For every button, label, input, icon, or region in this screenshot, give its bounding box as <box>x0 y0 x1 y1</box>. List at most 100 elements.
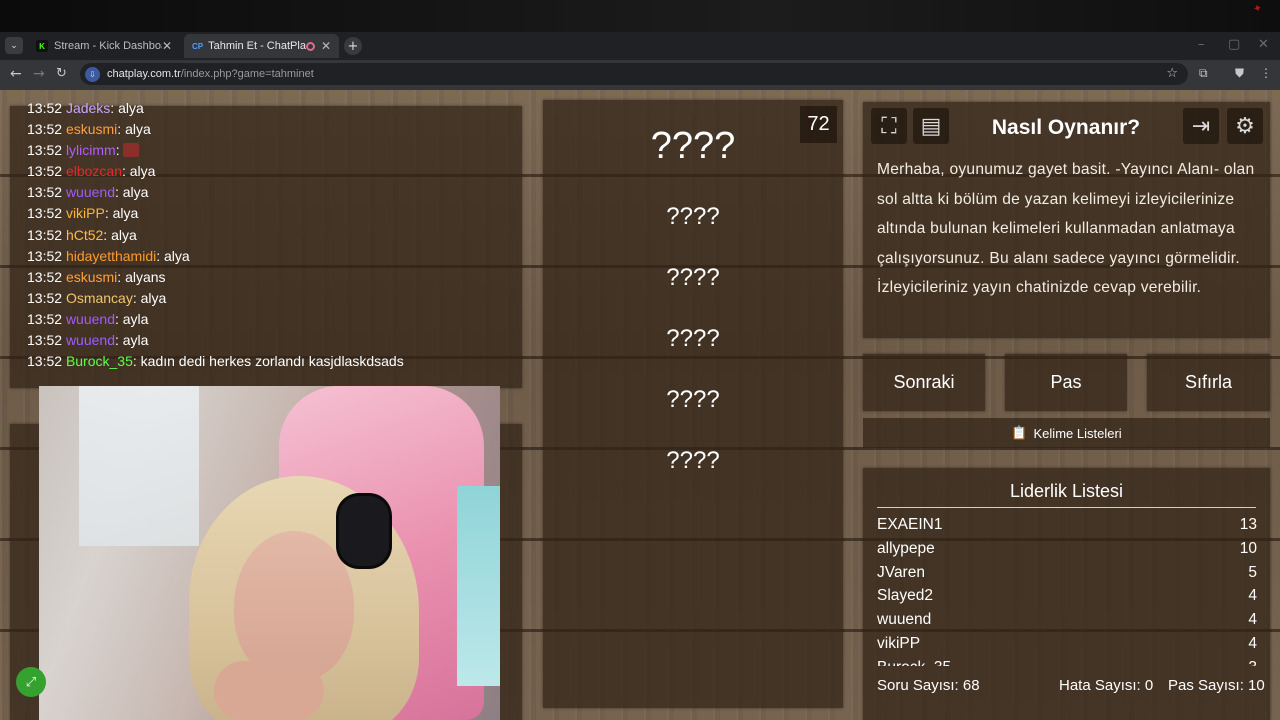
chat-message: 13:52 elbozcan: alya <box>27 163 156 180</box>
word-lists-label: Kelime Listeleri <box>1033 425 1122 441</box>
fullscreen-icon[interactable]: ⛶ <box>871 108 907 144</box>
player-score: 10 <box>1239 539 1257 557</box>
webcam-overlay <box>39 386 500 720</box>
tab-close-icon[interactable]: ✕ <box>321 39 331 53</box>
chat-text: alya <box>125 121 151 138</box>
chat-username[interactable]: vikiPP <box>66 205 105 221</box>
leaderboard-row: vikiPP 4 <box>877 632 1257 656</box>
chatplay-favicon-icon: CP <box>192 41 204 51</box>
chat-message: 13:52 wuuend: alya <box>27 184 149 201</box>
chat-messages: 13:52 Jadeks: alya 13:52 eskusmi: alya 13:… <box>27 98 404 372</box>
maximize-window-icon[interactable]: ▢ <box>1228 37 1240 52</box>
url-domain: chatplay.com.tr <box>107 68 181 80</box>
chat-username[interactable]: Osmancay <box>66 290 133 306</box>
player-score: 4 <box>1248 611 1257 629</box>
chat-time: 13:52 <box>27 226 63 243</box>
pass-button[interactable]: Pas <box>1005 354 1127 411</box>
chat-text: alya <box>111 226 137 243</box>
close-window-icon[interactable]: ✕ <box>1258 37 1269 52</box>
chat-time: 13:52 <box>27 121 63 138</box>
tab-close-icon[interactable]: ✕ <box>162 39 172 53</box>
chat-message: 13:52 Osmancay: alya <box>27 289 167 306</box>
chat-time: 13:52 <box>27 247 63 264</box>
player-score: 4 <box>1248 634 1257 652</box>
main-word: ???? <box>650 125 736 167</box>
hidden-word: ???? <box>666 447 720 474</box>
chat-username[interactable]: wuuend <box>66 184 115 200</box>
tab-kick-dashboard[interactable]: K Stream - Kick Dashboard ✕ <box>28 34 180 58</box>
streamer-face <box>234 531 354 681</box>
chat-text: kadın dedi herkes zorlandı kasjdlaskdsad… <box>140 353 404 370</box>
back-arrow-icon[interactable]: ← <box>10 66 22 82</box>
chat-username[interactable]: hCt52 <box>66 227 103 243</box>
how-to-play-text: Merhaba, oyunumuz gayet basit. -Yayıncı … <box>877 161 1255 297</box>
leaderboard-row: EXAEIN1 13 <box>877 513 1257 537</box>
hidden-word: ???? <box>666 264 720 291</box>
chat-username[interactable]: eskusmi <box>66 269 117 285</box>
chat-text: alyans <box>125 268 166 285</box>
address-bar[interactable]: ⇩ chatplay.com.tr/index.php?game=tahmine… <box>80 63 1188 85</box>
browser-menu-icon[interactable]: ⋮ <box>1260 66 1272 80</box>
question-count: Soru Sayısı: 68 <box>877 677 980 694</box>
leaderboard-row: Slayed2 4 <box>877 584 1257 608</box>
chat-text: ayla <box>122 310 149 327</box>
next-button[interactable]: Sonraki <box>863 354 985 411</box>
player-score: 4 <box>1248 587 1257 605</box>
chat-time: 13:52 <box>27 289 63 306</box>
player-name: EXAEIN1 <box>877 516 943 533</box>
desktop-background-strip <box>0 0 1280 32</box>
chat-username[interactable]: Jadeks <box>66 100 110 116</box>
profile-icon[interactable]: ⛊ <box>1235 66 1244 81</box>
chat-username[interactable]: wuuend <box>66 332 115 348</box>
chat-username[interactable]: wuuend <box>66 311 115 327</box>
leaderboard-row: allypepe 10 <box>877 537 1257 561</box>
chat-message: 13:52 vikiPP: alya <box>27 205 139 222</box>
chat-username[interactable]: eskusmi <box>66 121 117 137</box>
tab-search-chevron-icon[interactable]: ⌄ <box>5 37 23 54</box>
tab-title: Stream - Kick Dashboard <box>54 40 162 52</box>
chat-username[interactable]: hidayetthamidi <box>66 248 156 264</box>
forward-arrow-icon[interactable]: → <box>33 66 45 82</box>
hidden-word: ???? <box>666 203 720 230</box>
leaderboard-title: Liderlik Listesi <box>877 481 1256 508</box>
new-tab-button[interactable]: + <box>344 37 362 55</box>
bookmark-star-icon[interactable]: ☆ <box>1166 66 1178 81</box>
extensions-puzzle-icon[interactable]: ⧉ <box>1199 66 1208 81</box>
reset-button[interactable]: Sıfırla <box>1147 354 1270 411</box>
word-lists-button[interactable]: 📋 Kelime Listeleri <box>863 418 1270 448</box>
expand-icon[interactable]: ⤢ <box>16 667 46 697</box>
site-info-icon[interactable]: ⇩ <box>85 66 100 82</box>
chat-message: 13:52 lylicimm: <box>27 140 404 161</box>
player-name: allypepe <box>877 539 935 557</box>
error-count: Hata Sayısı: 0 <box>1059 677 1154 694</box>
pass-count: Pas Sayısı: 10 <box>1168 677 1265 694</box>
player-name: wuuend <box>877 611 932 629</box>
logout-icon[interactable]: ⇥ <box>1183 108 1219 144</box>
chat-username[interactable]: lylicimm <box>66 142 116 158</box>
chat-username[interactable]: Burock_35 <box>66 353 133 369</box>
chat-message: 13:52 hCt52: alya <box>27 226 137 243</box>
chat-time: 13:52 <box>27 163 63 180</box>
chat-time: 13:52 <box>27 100 63 116</box>
minimize-window-icon[interactable]: – <box>1198 37 1205 52</box>
chat-time: 13:52 <box>27 353 63 370</box>
player-score: 5 <box>1248 563 1257 581</box>
chat-message: 13:52 hidayetthamidi: alya <box>27 247 190 264</box>
chat-time: 13:52 <box>27 205 63 222</box>
headset <box>339 496 389 566</box>
settings-gear-icon[interactable]: ⚙ <box>1227 108 1263 144</box>
chat-message: 13:52 Jadeks: alya <box>27 100 144 116</box>
player-score: 3 <box>1248 656 1257 666</box>
player-name: JVaren <box>877 563 925 581</box>
chat-text: alya <box>112 205 139 222</box>
chat-username[interactable]: elbozcan <box>66 163 122 179</box>
reload-icon[interactable]: ↻ <box>56 66 67 81</box>
chat-text: alya <box>164 247 190 264</box>
hidden-word: ???? <box>666 325 720 352</box>
chat-text: alya <box>122 184 149 201</box>
player-name: Burock_35 <box>877 656 951 666</box>
leaderboard-row: Burock_35 3 <box>877 656 1257 666</box>
recording-indicator-icon <box>305 41 315 51</box>
tab-chatplay[interactable]: CP Tahmin Et - ChatPlay ✕ <box>184 34 339 58</box>
player-score: 13 <box>1239 516 1257 533</box>
